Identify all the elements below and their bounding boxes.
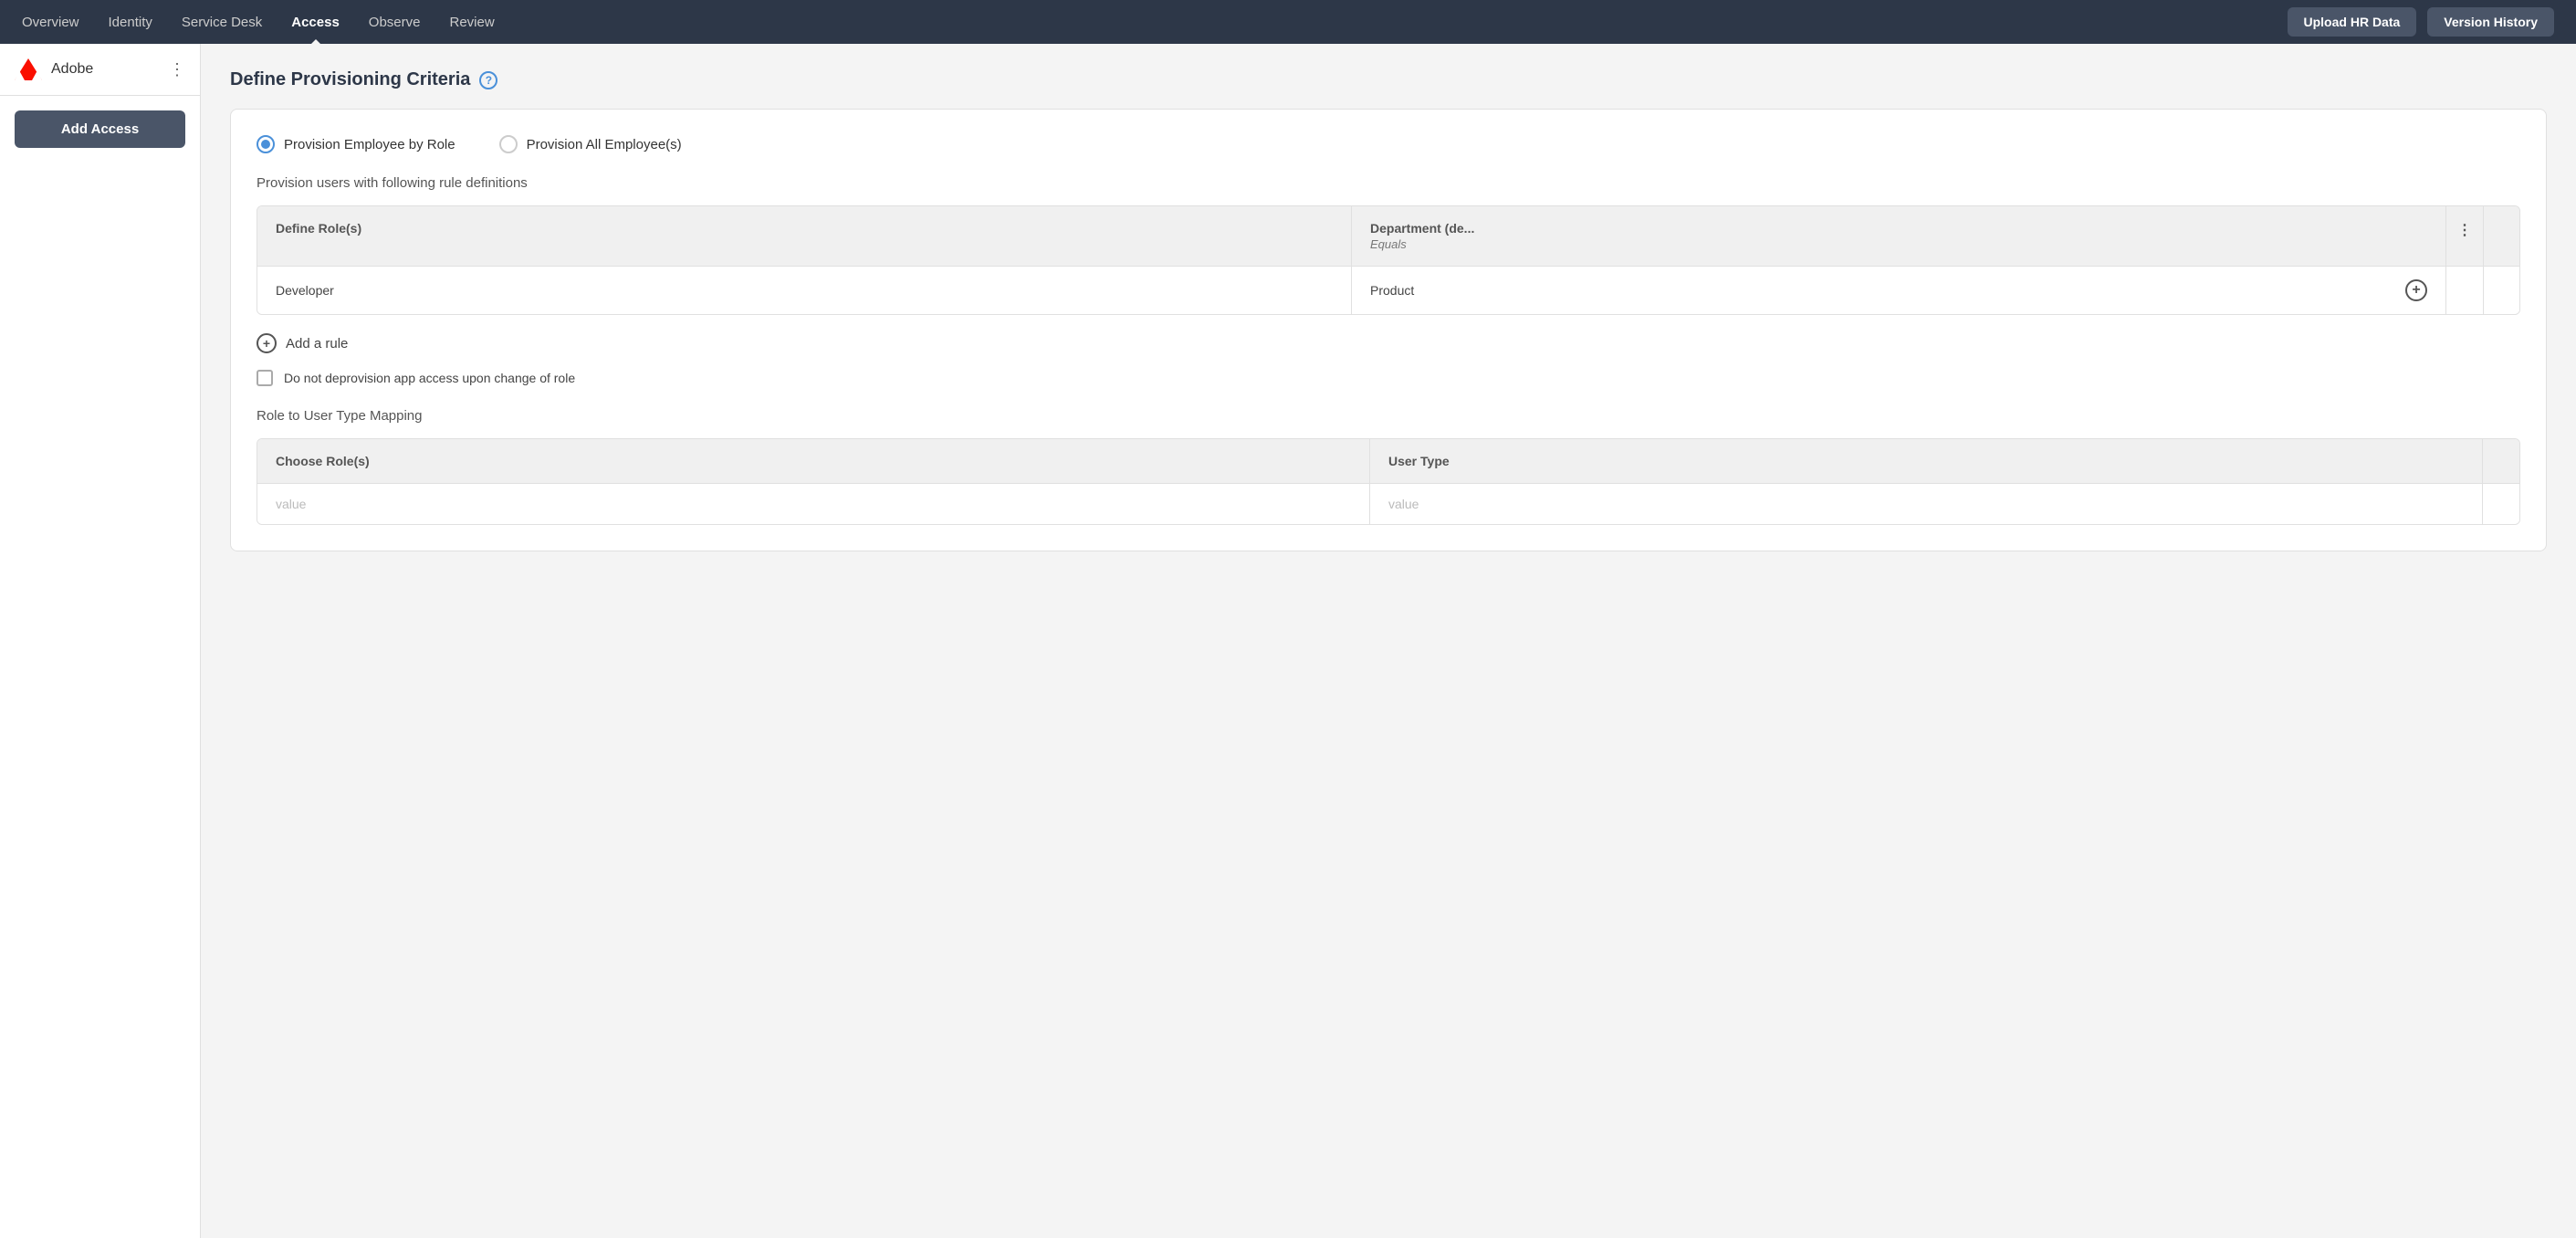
add-rule-label: Add a rule: [286, 336, 348, 351]
dept-sublabel: Equals: [1370, 237, 2427, 251]
upload-hr-data-button[interactable]: Upload HR Data: [2288, 7, 2417, 37]
add-value-button[interactable]: +: [2405, 279, 2427, 301]
nav-item-identity[interactable]: Identity: [109, 11, 152, 34]
rule-cell-product: Product +: [1352, 267, 2446, 314]
content-area: Define Provisioning Criteria ? Provision…: [201, 44, 2576, 1238]
sidebar-app-name: Adobe: [51, 61, 93, 78]
rule-cell-product-value: Product: [1370, 283, 1414, 298]
nav-item-observe[interactable]: Observe: [369, 11, 421, 34]
mapping-cell-user-type-value[interactable]: value: [1370, 484, 2483, 524]
nav-item-access[interactable]: Access: [291, 11, 340, 34]
sidebar-logo: Adobe: [15, 58, 93, 80]
rule-cell-empty-trash: [2483, 267, 2519, 314]
rule-cell-developer: Developer: [257, 267, 1352, 314]
rule-table-row: Developer Product +: [257, 266, 2519, 314]
top-nav: Overview Identity Service Desk Access Ob…: [0, 0, 2576, 44]
radio-circle-by-role: [257, 135, 275, 153]
deprovision-label: Do not deprovision app access upon chang…: [284, 371, 575, 385]
mapping-section-label: Role to User Type Mapping: [257, 408, 2520, 424]
add-rule-row[interactable]: + Add a rule: [257, 333, 2520, 353]
kebab-menu-icon[interactable]: ⋮: [169, 60, 185, 79]
add-rule-circle-icon: +: [257, 333, 277, 353]
mapping-table-header: Choose Role(s) User Type: [257, 439, 2519, 483]
version-history-button[interactable]: Version History: [2427, 7, 2554, 37]
mapping-table: Choose Role(s) User Type value value: [257, 438, 2520, 525]
sidebar-header: Adobe ⋮: [0, 58, 200, 96]
rule-col-kebab: ⋮: [2446, 206, 2484, 266]
radio-label-by-role: Provision Employee by Role: [284, 137, 456, 152]
rule-cell-empty-kebab: [2446, 267, 2484, 314]
deprovision-checkbox[interactable]: [257, 370, 273, 386]
rule-table: Define Role(s) Department (de... Equals …: [257, 205, 2520, 315]
rule-description: Provision users with following rule defi…: [257, 175, 2520, 191]
page-title: Define Provisioning Criteria: [230, 69, 470, 90]
rule-col-define-roles: Define Role(s): [257, 206, 1352, 266]
page-title-row: Define Provisioning Criteria ?: [230, 69, 2547, 90]
checkbox-row[interactable]: Do not deprovision app access upon chang…: [257, 370, 2520, 386]
radio-provision-by-role[interactable]: Provision Employee by Role: [257, 135, 456, 153]
rule-col-trash: [2483, 206, 2519, 266]
mapping-cell-role-value[interactable]: value: [257, 484, 1370, 524]
radio-circle-all: [499, 135, 518, 153]
nav-item-review[interactable]: Review: [450, 11, 495, 34]
provisioning-card: Provision Employee by Role Provision All…: [230, 109, 2547, 551]
nav-item-service-desk[interactable]: Service Desk: [182, 11, 262, 34]
adobe-logo-icon: [15, 58, 42, 80]
mapping-col-roles: Choose Role(s): [257, 439, 1370, 483]
radio-group: Provision Employee by Role Provision All…: [257, 135, 2520, 153]
mapping-col-actions: [2483, 439, 2519, 483]
top-nav-buttons: Upload HR Data Version History: [2288, 7, 2555, 37]
radio-provision-all[interactable]: Provision All Employee(s): [499, 135, 682, 153]
help-icon[interactable]: ?: [479, 71, 497, 89]
mapping-table-row: value value: [257, 483, 2519, 524]
radio-label-all: Provision All Employee(s): [527, 137, 682, 152]
sidebar: Adobe ⋮ Add Access: [0, 44, 201, 1238]
add-access-button[interactable]: Add Access: [15, 110, 185, 148]
main-layout: Adobe ⋮ Add Access Define Provisioning C…: [0, 44, 2576, 1238]
mapping-cell-action: [2483, 484, 2519, 524]
mapping-col-user-type: User Type: [1370, 439, 2483, 483]
rule-col-department: Department (de... Equals: [1352, 206, 2446, 266]
nav-item-overview[interactable]: Overview: [22, 11, 79, 34]
dept-label: Department (de...: [1370, 221, 2427, 236]
rule-table-header: Define Role(s) Department (de... Equals …: [257, 206, 2519, 266]
nav-items: Overview Identity Service Desk Access Ob…: [22, 11, 495, 34]
